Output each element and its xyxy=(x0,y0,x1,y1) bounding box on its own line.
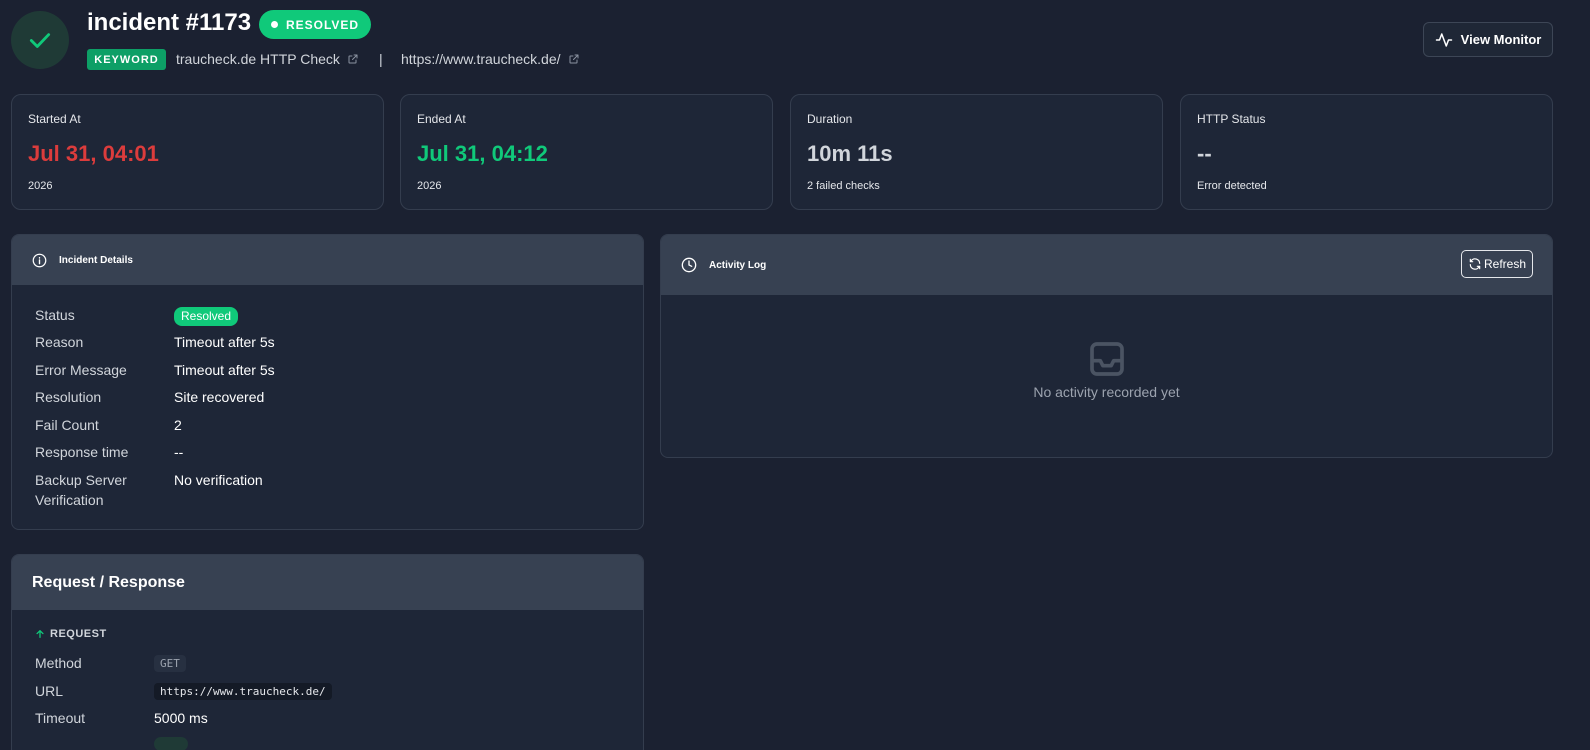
incident-details-header: Incident Details xyxy=(12,235,643,285)
refresh-button[interactable]: Refresh xyxy=(1461,250,1533,278)
clock-icon xyxy=(681,257,697,273)
detail-value: Site recovered xyxy=(174,389,265,405)
request-timeout-value: 5000 ms xyxy=(154,710,208,726)
detail-label: Fail Count xyxy=(35,417,99,433)
http-status-card: HTTP Status -- Error detected xyxy=(1180,94,1553,210)
empty-state-text: No activity recorded yet xyxy=(1033,384,1180,400)
detail-value: -- xyxy=(174,444,184,460)
stat-sub: 2 failed checks xyxy=(807,180,880,192)
status-badge-label: RESOLVED xyxy=(285,17,360,32)
detail-label: Status xyxy=(35,307,75,323)
stat-label: Started At xyxy=(28,112,81,126)
incident-details-panel: Incident Details Status Resolved Reason … xyxy=(11,234,644,530)
inbox-icon xyxy=(1089,342,1124,376)
separator: | xyxy=(379,51,383,67)
stat-label: HTTP Status xyxy=(1197,112,1266,126)
detail-label: Backup Server Verification xyxy=(35,472,127,508)
stat-value: 10m 11s xyxy=(807,141,893,166)
request-label: Method xyxy=(35,655,82,671)
detail-label: Reason xyxy=(35,334,84,350)
monitor-url: https://www.traucheck.de/ xyxy=(401,51,561,67)
check-icon xyxy=(29,33,51,48)
detail-label: Response time xyxy=(35,444,129,460)
detail-value: Timeout after 5s xyxy=(174,334,275,350)
monitor-url-link[interactable]: https://www.traucheck.de/ xyxy=(401,51,580,67)
activity-icon xyxy=(1435,32,1452,47)
panel-title: Activity Log xyxy=(709,259,767,271)
activity-log-header: Activity Log Refresh xyxy=(661,235,1552,295)
view-monitor-button[interactable]: View Monitor xyxy=(1423,22,1553,57)
request-url-value: https://www.traucheck.de/ xyxy=(154,683,332,700)
view-monitor-label: View Monitor xyxy=(1460,32,1542,47)
request-heading-label: REQUEST xyxy=(50,628,107,640)
arrow-up-icon xyxy=(36,630,44,638)
request-method-value: GET xyxy=(154,655,186,672)
activity-log-panel: Activity Log Refresh No activity recorde… xyxy=(660,234,1553,458)
panel-title: Request / Response xyxy=(32,573,185,591)
ended-at-card: Ended At Jul 31, 04:12 2026 xyxy=(400,94,773,210)
stat-sub: Error detected xyxy=(1197,180,1267,192)
stat-sub: 2026 xyxy=(28,180,53,192)
stat-value: Jul 31, 04:12 xyxy=(417,141,548,166)
request-label: Timeout xyxy=(35,710,86,726)
detail-value: No verification xyxy=(174,472,263,488)
partial-badge xyxy=(154,737,188,750)
request-response-panel: Request / Response REQUEST Method GET UR… xyxy=(11,554,644,750)
stat-sub: 2026 xyxy=(417,180,442,192)
external-link-icon xyxy=(348,54,358,64)
request-section-heading: REQUEST xyxy=(35,628,107,640)
detail-label: Error Message xyxy=(35,362,127,378)
request-label: URL xyxy=(35,683,64,699)
request-url-wrap: https://www.traucheck.de/ xyxy=(154,682,332,700)
stat-label: Ended At xyxy=(417,112,466,126)
started-at-card: Started At Jul 31, 04:01 2026 xyxy=(11,94,384,210)
request-method-wrap: GET xyxy=(154,654,186,672)
detail-value: Timeout after 5s xyxy=(174,362,275,378)
stat-label: Duration xyxy=(807,112,853,126)
status-badge: RESOLVED xyxy=(259,10,371,39)
status-badge: Resolved xyxy=(174,307,239,326)
refresh-icon xyxy=(1469,258,1481,270)
detail-value: 2 xyxy=(174,417,182,433)
resolved-status-icon xyxy=(11,11,69,69)
status-dot-icon xyxy=(270,21,278,28)
external-link-icon xyxy=(569,54,579,64)
duration-card: Duration 10m 11s 2 failed checks xyxy=(790,94,1163,210)
info-icon xyxy=(32,253,47,267)
stat-value: -- xyxy=(1197,141,1212,166)
stat-value: Jul 31, 04:01 xyxy=(28,141,159,166)
request-response-header: Request / Response xyxy=(12,555,643,610)
empty-state-icon-wrap xyxy=(661,339,1552,379)
refresh-label: Refresh xyxy=(1483,257,1527,271)
panel-title: Incident Details xyxy=(59,254,133,266)
monitor-name: traucheck.de HTTP Check xyxy=(176,51,340,67)
monitor-type-badge: KEYWORD xyxy=(87,49,166,70)
detail-label: Resolution xyxy=(35,389,102,405)
monitor-name-link[interactable]: traucheck.de HTTP Check xyxy=(176,51,359,67)
page-title: incident #1173 xyxy=(87,9,252,36)
